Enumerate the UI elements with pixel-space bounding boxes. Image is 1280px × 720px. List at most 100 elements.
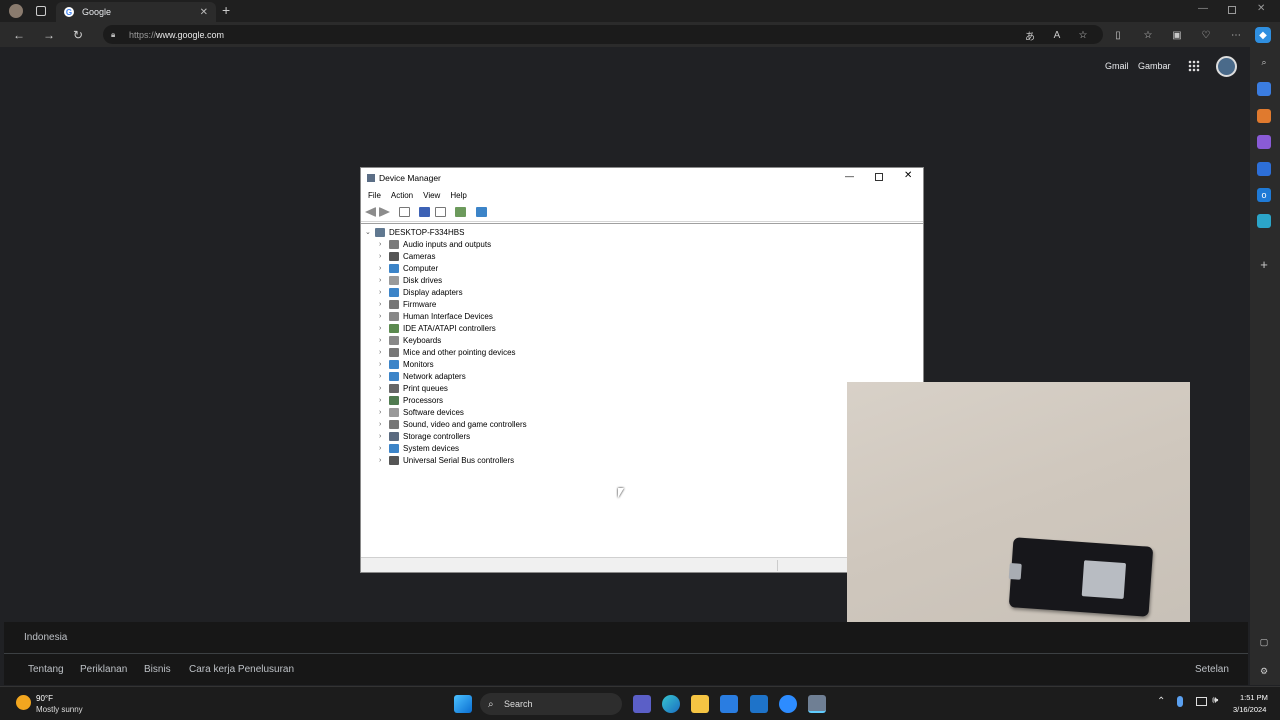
chevron-right-icon[interactable]: › bbox=[379, 433, 389, 440]
clock-date[interactable]: 3/16/2024 bbox=[1233, 705, 1266, 714]
tree-item[interactable]: › Keyboards bbox=[379, 334, 441, 346]
tree-item[interactable]: › Monitors bbox=[379, 358, 434, 370]
microphone-icon[interactable] bbox=[1177, 696, 1183, 707]
tree-item[interactable]: › Human Interface Devices bbox=[379, 310, 493, 322]
tree-item[interactable]: › Audio inputs and outputs bbox=[379, 238, 491, 250]
tab-google[interactable]: G Google ✕ bbox=[56, 2, 216, 22]
scan-hardware-icon[interactable] bbox=[455, 207, 466, 217]
chevron-right-icon[interactable]: › bbox=[379, 421, 389, 428]
minimize-icon[interactable]: — bbox=[1198, 3, 1208, 14]
dm-minimize-icon[interactable]: — bbox=[845, 171, 854, 181]
windows-start-icon[interactable] bbox=[454, 695, 472, 713]
tree-item[interactable]: › Sound, video and game controllers bbox=[379, 418, 527, 430]
footer-link-settings[interactable]: Setelan bbox=[1195, 664, 1229, 675]
chevron-right-icon[interactable]: › bbox=[379, 265, 389, 272]
clock-time[interactable]: 1:51 PM bbox=[1240, 693, 1268, 702]
tree-item[interactable]: › Storage controllers bbox=[379, 430, 470, 442]
tree-item[interactable]: › Universal Serial Bus controllers bbox=[379, 454, 514, 466]
sidebar-settings-icon[interactable]: ⚙ bbox=[1257, 664, 1271, 678]
dm-close-icon[interactable]: ✕ bbox=[904, 170, 912, 181]
chevron-right-icon[interactable]: › bbox=[379, 397, 389, 404]
tree-root[interactable]: ⌄ DESKTOP-F334HBS bbox=[365, 226, 464, 238]
tree-item[interactable]: › Processors bbox=[379, 394, 443, 406]
outlook-icon[interactable]: o bbox=[1257, 188, 1271, 202]
menu-file[interactable]: File bbox=[368, 191, 381, 200]
microsoft-365-icon[interactable] bbox=[1257, 162, 1271, 176]
browser-essentials-icon[interactable]: ♡ bbox=[1198, 27, 1214, 43]
properties-icon[interactable] bbox=[435, 207, 446, 217]
help-icon[interactable] bbox=[419, 207, 430, 217]
tools-icon[interactable] bbox=[1257, 109, 1271, 123]
weather-temp[interactable]: 90°F bbox=[36, 694, 53, 703]
menu-view[interactable]: View bbox=[423, 191, 440, 200]
chevron-right-icon[interactable]: › bbox=[379, 277, 389, 284]
tree-item[interactable]: › Display adapters bbox=[379, 286, 463, 298]
chevron-right-icon[interactable]: › bbox=[379, 325, 389, 332]
drop-icon[interactable] bbox=[1257, 214, 1271, 228]
edge-icon[interactable] bbox=[662, 695, 680, 713]
screenshot-icon[interactable]: ▢ bbox=[1257, 635, 1271, 649]
translate-icon[interactable]: あ bbox=[1022, 27, 1038, 43]
chevron-right-icon[interactable]: › bbox=[379, 361, 389, 368]
chevron-right-icon[interactable]: › bbox=[379, 373, 389, 380]
tree-item[interactable]: › Disk drives bbox=[379, 274, 442, 286]
forward-arrow-icon[interactable] bbox=[379, 207, 390, 217]
tree-item[interactable]: › Cameras bbox=[379, 250, 435, 262]
refresh-icon[interactable]: ↻ bbox=[69, 26, 87, 44]
close-tab-icon[interactable]: ✕ bbox=[200, 7, 208, 18]
chevron-down-icon[interactable]: ⌄ bbox=[365, 228, 375, 236]
show-hide-console-icon[interactable] bbox=[399, 207, 410, 217]
account-avatar[interactable] bbox=[1216, 56, 1237, 77]
taskbar-search[interactable]: ⌕ Search bbox=[480, 693, 622, 715]
show-hidden-icons-icon[interactable]: ⌃ bbox=[1157, 696, 1165, 707]
back-icon[interactable]: ← bbox=[10, 26, 28, 44]
store-icon[interactable] bbox=[720, 695, 738, 713]
images-link[interactable]: Gambar bbox=[1138, 61, 1171, 71]
apps-grid-icon[interactable] bbox=[1188, 60, 1200, 72]
games-icon[interactable] bbox=[1257, 135, 1271, 149]
chevron-right-icon[interactable]: › bbox=[379, 301, 389, 308]
split-screen-icon[interactable]: ▯ bbox=[1110, 27, 1126, 43]
device-manager-taskbar-icon[interactable] bbox=[808, 695, 826, 713]
chevron-right-icon[interactable]: › bbox=[379, 241, 389, 248]
device-manager-title-bar[interactable]: Device Manager — ✕ bbox=[361, 168, 923, 188]
favorite-star-icon[interactable]: ☆ bbox=[1075, 27, 1091, 43]
footer-link-advertising[interactable]: Periklanan bbox=[80, 664, 127, 675]
tree-item[interactable]: › Print queues bbox=[379, 382, 448, 394]
chevron-right-icon[interactable]: › bbox=[379, 385, 389, 392]
shopping-tag-icon[interactable] bbox=[1257, 82, 1271, 96]
close-window-icon[interactable]: ✕ bbox=[1257, 3, 1265, 14]
chevron-right-icon[interactable]: › bbox=[379, 337, 389, 344]
collections-icon[interactable]: ▣ bbox=[1169, 27, 1185, 43]
chevron-right-icon[interactable]: › bbox=[379, 289, 389, 296]
tab-actions-icon[interactable] bbox=[36, 6, 46, 16]
file-explorer-icon[interactable] bbox=[691, 695, 709, 713]
mail-icon[interactable] bbox=[750, 695, 768, 713]
footer-link-about[interactable]: Tentang bbox=[28, 664, 64, 675]
favorites-icon[interactable]: ☆ bbox=[1140, 27, 1156, 43]
search-icon[interactable]: ⌕ bbox=[1257, 55, 1271, 69]
copilot-icon[interactable]: ◆ bbox=[1255, 27, 1271, 43]
url-input[interactable]: 🔒︎ https:// www.google.com bbox=[103, 25, 1103, 44]
monitor-icon[interactable] bbox=[476, 207, 487, 217]
add-sidebar-icon[interactable]: + bbox=[1257, 257, 1271, 272]
restore-icon[interactable] bbox=[1228, 6, 1236, 14]
tree-item[interactable]: › System devices bbox=[379, 442, 459, 454]
read-aloud-icon[interactable]: A bbox=[1049, 27, 1065, 43]
chevron-right-icon[interactable]: › bbox=[379, 409, 389, 416]
chevron-right-icon[interactable]: › bbox=[379, 253, 389, 260]
tree-item[interactable]: › Software devices bbox=[379, 406, 464, 418]
chevron-right-icon[interactable]: › bbox=[379, 445, 389, 452]
profile-avatar-icon[interactable] bbox=[9, 4, 23, 18]
chevron-right-icon[interactable]: › bbox=[379, 457, 389, 464]
menu-action[interactable]: Action bbox=[391, 191, 413, 200]
more-options-icon[interactable]: ⋯ bbox=[1228, 27, 1244, 43]
chevron-right-icon[interactable]: › bbox=[379, 313, 389, 320]
tree-item[interactable]: › IDE ATA/ATAPI controllers bbox=[379, 322, 496, 334]
tree-item[interactable]: › Computer bbox=[379, 262, 438, 274]
footer-link-how-search-works[interactable]: Cara kerja Penelusuran bbox=[189, 664, 294, 675]
chevron-right-icon[interactable]: › bbox=[379, 349, 389, 356]
forward-icon[interactable]: → bbox=[40, 26, 58, 44]
new-tab-icon[interactable]: + bbox=[222, 2, 230, 18]
tree-item[interactable]: › Mice and other pointing devices bbox=[379, 346, 516, 358]
